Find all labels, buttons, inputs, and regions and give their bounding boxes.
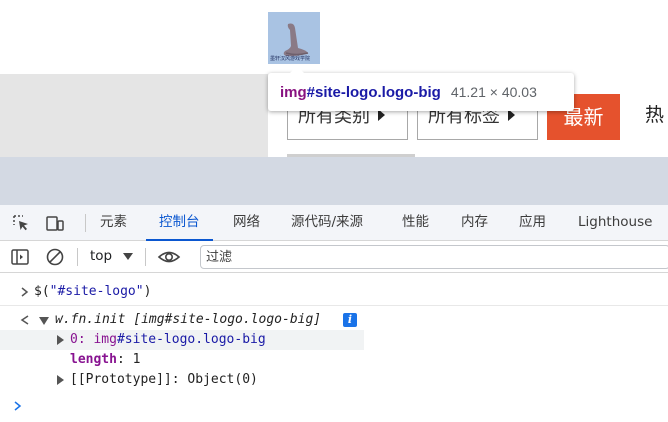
hot-tab[interactable]: 热: [645, 100, 664, 127]
expand-triangle-icon[interactable]: [39, 317, 49, 325]
context-selector[interactable]: top: [90, 241, 112, 273]
site-logo[interactable]: 墨轩汉风游戏学院: [268, 12, 320, 64]
collapsed-triangle-icon[interactable]: [57, 375, 64, 385]
device-toolbar-icon[interactable]: [45, 213, 65, 233]
tab-application[interactable]: 应用: [519, 205, 546, 241]
console-output: $("#site-logo") w.fn.init [img#site-logo…: [0, 273, 668, 422]
inspect-element-icon[interactable]: [11, 213, 31, 233]
result-summary: w.fn.init [img#site-logo.logo-big]: [55, 312, 322, 327]
console-toolbar: top: [0, 241, 668, 273]
element-inspect-tooltip: img#site-logo.logo-big 41.21 × 40.03: [268, 66, 574, 111]
prototype-value: Object(0): [187, 372, 258, 387]
devtools-resize-area[interactable]: [0, 157, 668, 205]
prototype-key: [[Prototype]]: [70, 372, 172, 387]
tab-sources[interactable]: 源代码/来源: [291, 205, 363, 241]
result-item-0[interactable]: 0: img#site-logo.logo-big: [0, 330, 364, 350]
console-filter-input[interactable]: [200, 245, 668, 269]
tab-console[interactable]: 控制台: [146, 205, 212, 241]
item0-entry: 0: img#site-logo.logo-big: [70, 332, 266, 347]
tab-performance[interactable]: 性能: [402, 205, 429, 241]
tooltip-tag: img: [280, 84, 307, 101]
page-header: [0, 0, 668, 74]
tooltip-selector: #site-logo.logo-big: [306, 84, 441, 101]
chevron-down-icon[interactable]: [123, 253, 133, 260]
tooltip-dimensions: 41.21 × 40.03: [450, 84, 537, 100]
result-prototype[interactable]: [[Prototype]]: Object(0): [0, 370, 668, 390]
tab-elements[interactable]: 元素: [100, 205, 127, 241]
live-expression-eye-icon[interactable]: [157, 247, 181, 267]
toolbar-divider: [85, 214, 86, 232]
info-icon[interactable]: i: [343, 313, 357, 327]
web-page: 墨轩汉风游戏学院 所有类别 所有标签 最新 热 img#site-logo.lo…: [0, 0, 668, 157]
console-result-line[interactable]: w.fn.init [img#site-logo.logo-big] i: [0, 310, 668, 330]
length-key: length: [70, 352, 117, 367]
clear-console-icon[interactable]: [45, 247, 65, 267]
input-prompt-icon: [20, 283, 30, 308]
tab-lighthouse[interactable]: Lighthouse: [578, 205, 652, 241]
devtools-tabbar: 元素 控制台 网络 源代码/来源 性能 内存 应用 Lighthouse: [0, 205, 668, 241]
result-length-property: length: 1: [70, 352, 141, 367]
toolbar-divider: [77, 248, 78, 266]
sidebar-toggle-icon[interactable]: [10, 247, 30, 267]
collapsed-triangle-icon[interactable]: [57, 335, 64, 345]
console-prompt-icon[interactable]: [13, 398, 23, 418]
toolbar-divider: [145, 248, 146, 266]
console-input-line: $("#site-logo"): [0, 282, 668, 306]
length-value: 1: [132, 352, 141, 367]
console-command[interactable]: $("#site-logo"): [34, 282, 151, 302]
logo-caption: 墨轩汉风游戏学院: [270, 56, 311, 62]
tab-network[interactable]: 网络: [233, 205, 260, 241]
tab-memory[interactable]: 内存: [461, 205, 488, 241]
